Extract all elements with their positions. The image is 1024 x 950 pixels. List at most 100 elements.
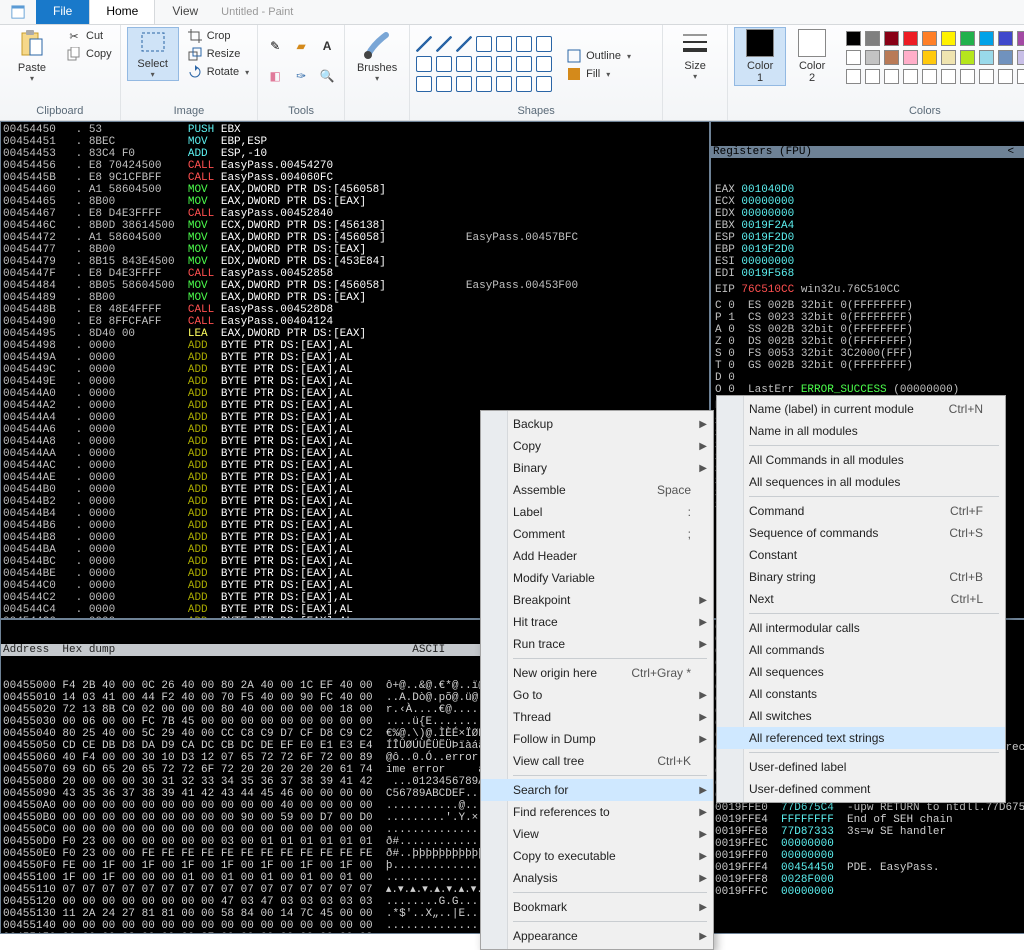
shape-item[interactable] bbox=[536, 36, 552, 52]
disasm-row[interactable]: 00454495 . 8D40 00 LEA EAX,DWORD PTR DS:… bbox=[3, 328, 707, 340]
menu-item[interactable]: Binary stringCtrl+B bbox=[717, 566, 1005, 588]
disasm-row[interactable]: 00454472 . A1 58604500 MOV EAX,DWORD PTR… bbox=[3, 232, 707, 244]
eyedropper-icon[interactable]: ✑ bbox=[290, 63, 312, 89]
shape-item[interactable] bbox=[476, 56, 492, 72]
disasm-row[interactable]: 00454477 . 8B00 MOV EAX,DWORD PTR DS:[EA… bbox=[3, 244, 707, 256]
system-menu-icon[interactable] bbox=[0, 0, 36, 24]
color-swatch[interactable] bbox=[865, 69, 880, 84]
copy-button[interactable]: Copy bbox=[64, 45, 114, 63]
menu-item[interactable]: AssembleSpace bbox=[481, 479, 713, 501]
color-swatch[interactable] bbox=[1017, 69, 1024, 84]
select-button[interactable]: Select ▾ bbox=[127, 27, 179, 81]
color2-button[interactable]: Color 2 bbox=[786, 27, 838, 86]
color-swatch[interactable] bbox=[998, 31, 1013, 46]
menu-item[interactable]: CommandCtrl+F bbox=[717, 500, 1005, 522]
stack-row[interactable]: 0019FFE4 FFFFFFFF End of SEH chain bbox=[715, 814, 1024, 826]
cut-button[interactable]: ✂Cut bbox=[64, 27, 114, 45]
color-swatch[interactable] bbox=[979, 31, 994, 46]
menu-item[interactable]: View call treeCtrl+K bbox=[481, 750, 713, 772]
stack-row[interactable]: 0019FFF4 00454450 PDE. EasyPass. bbox=[715, 862, 1024, 874]
color-swatch[interactable] bbox=[960, 31, 975, 46]
color-swatch[interactable] bbox=[846, 69, 861, 84]
search-for-submenu[interactable]: Name (label) in current moduleCtrl+NName… bbox=[716, 395, 1006, 803]
crop-button[interactable]: Crop bbox=[185, 27, 251, 45]
paste-button[interactable]: Paste ▾ bbox=[6, 27, 58, 85]
context-menu[interactable]: Backup▶Copy▶Binary▶AssembleSpaceLabel:Co… bbox=[480, 410, 714, 950]
color-swatch[interactable] bbox=[960, 69, 975, 84]
resize-button[interactable]: Resize bbox=[185, 45, 251, 63]
menu-item[interactable]: All commands bbox=[717, 639, 1005, 661]
color-swatch[interactable] bbox=[979, 69, 994, 84]
menu-item[interactable]: Find references to▶ bbox=[481, 801, 713, 823]
menu-item[interactable]: All sequences in all modules bbox=[717, 471, 1005, 493]
color-swatch[interactable] bbox=[960, 50, 975, 65]
menu-item[interactable]: Sequence of commandsCtrl+S bbox=[717, 522, 1005, 544]
color-swatch[interactable] bbox=[998, 69, 1013, 84]
color-swatch[interactable] bbox=[1017, 31, 1024, 46]
color-swatch[interactable] bbox=[884, 69, 899, 84]
color-swatch[interactable] bbox=[865, 50, 880, 65]
menu-item[interactable]: Name in all modules bbox=[717, 420, 1005, 442]
color-swatch[interactable] bbox=[903, 31, 918, 46]
menu-item[interactable]: Add Header bbox=[481, 545, 713, 567]
shape-item[interactable] bbox=[496, 56, 512, 72]
shape-item[interactable] bbox=[536, 76, 552, 92]
color-swatch[interactable] bbox=[903, 50, 918, 65]
disasm-row[interactable]: 00454456 . E8 70424500 CALL EasyPass.004… bbox=[3, 160, 707, 172]
menu-item[interactable]: Modify Variable bbox=[481, 567, 713, 589]
menu-item[interactable]: Appearance▶ bbox=[481, 925, 713, 947]
disasm-row[interactable]: 00454453 . 83C4 F0 ADD ESP,-10 bbox=[3, 148, 707, 160]
color-swatch[interactable] bbox=[941, 31, 956, 46]
shape-item[interactable] bbox=[516, 76, 532, 92]
menu-item[interactable]: Hit trace▶ bbox=[481, 611, 713, 633]
shape-item[interactable] bbox=[516, 56, 532, 72]
menu-item[interactable]: All Commands in all modules bbox=[717, 449, 1005, 471]
menu-item[interactable]: Search for▶ bbox=[481, 779, 713, 801]
disasm-row[interactable]: 0045448B . E8 48E4FFFF CALL EasyPass.004… bbox=[3, 304, 707, 316]
disasm-row[interactable]: 00454467 . E8 D4E3FFFF CALL EasyPass.004… bbox=[3, 208, 707, 220]
stack-row[interactable]: 0019FFF8 0028F000 bbox=[715, 874, 1024, 886]
menu-item[interactable]: Copy▶ bbox=[481, 435, 713, 457]
shape-item[interactable] bbox=[416, 56, 432, 72]
disasm-row[interactable]: 00454460 . A1 58604500 MOV EAX,DWORD PTR… bbox=[3, 184, 707, 196]
menu-item[interactable]: Go to▶ bbox=[481, 684, 713, 706]
shape-item[interactable] bbox=[476, 76, 492, 92]
menu-item[interactable]: All intermodular calls bbox=[717, 617, 1005, 639]
pane-controls[interactable]: < < > bbox=[1007, 146, 1024, 158]
shape-item[interactable] bbox=[456, 36, 472, 52]
menu-item[interactable]: Bookmark▶ bbox=[481, 896, 713, 918]
stack-row[interactable]: 0019FFF0 00000000 bbox=[715, 850, 1024, 862]
disasm-row[interactable]: 00454484 . 8B05 58604500 MOV EAX,DWORD P… bbox=[3, 280, 707, 292]
color-swatch[interactable] bbox=[865, 31, 880, 46]
disasm-row[interactable]: 00454490 . E8 8FFCFAFF CALL EasyPass.004… bbox=[3, 316, 707, 328]
stack-row[interactable]: 0019FFE0 77D675C4 -upw RETURN to ntdll.7… bbox=[715, 802, 1024, 814]
shape-item[interactable] bbox=[416, 76, 432, 92]
color-swatch[interactable] bbox=[998, 50, 1013, 65]
menu-item[interactable]: Backup▶ bbox=[481, 413, 713, 435]
color-swatch[interactable] bbox=[846, 50, 861, 65]
disasm-row[interactable]: 00454479 . 8B15 843E4500 MOV EDX,DWORD P… bbox=[3, 256, 707, 268]
color-swatch[interactable] bbox=[922, 69, 937, 84]
tab-file[interactable]: File bbox=[36, 0, 89, 24]
shape-item[interactable] bbox=[516, 36, 532, 52]
stack-row[interactable]: 0019FFEC 00000000 bbox=[715, 838, 1024, 850]
color-swatch[interactable] bbox=[1017, 50, 1024, 65]
stack-row[interactable]: 0019FFE8 77D87333 3s=w SE handler bbox=[715, 826, 1024, 838]
disasm-row[interactable]: 00454450 . 53 PUSH EBX bbox=[3, 124, 707, 136]
stack-row[interactable]: 0019FFFC 00000000 bbox=[715, 886, 1024, 898]
color-swatches[interactable] bbox=[846, 31, 1024, 86]
magnifier-icon[interactable]: 🔍 bbox=[316, 63, 338, 89]
menu-item[interactable]: All sequences bbox=[717, 661, 1005, 683]
menu-item[interactable]: Binary▶ bbox=[481, 457, 713, 479]
disasm-row[interactable]: 00454489 . 8B00 MOV EAX,DWORD PTR DS:[EA… bbox=[3, 292, 707, 304]
disasm-row[interactable]: 0045446C . 8B0D 38614500 MOV ECX,DWORD P… bbox=[3, 220, 707, 232]
menu-item[interactable]: NextCtrl+L bbox=[717, 588, 1005, 610]
text-icon[interactable]: A bbox=[316, 33, 338, 59]
menu-item[interactable]: Thread▶ bbox=[481, 706, 713, 728]
shape-item[interactable] bbox=[456, 76, 472, 92]
outline-button[interactable]: Outline▾ bbox=[564, 47, 633, 65]
disasm-row[interactable]: 0045449C . 0000 ADD BYTE PTR DS:[EAX],AL bbox=[3, 364, 707, 376]
brushes-button[interactable]: Brushes ▾ bbox=[351, 27, 403, 85]
bucket-icon[interactable]: ▰ bbox=[290, 33, 312, 59]
disasm-row[interactable]: 0045449E . 0000 ADD BYTE PTR DS:[EAX],AL bbox=[3, 376, 707, 388]
